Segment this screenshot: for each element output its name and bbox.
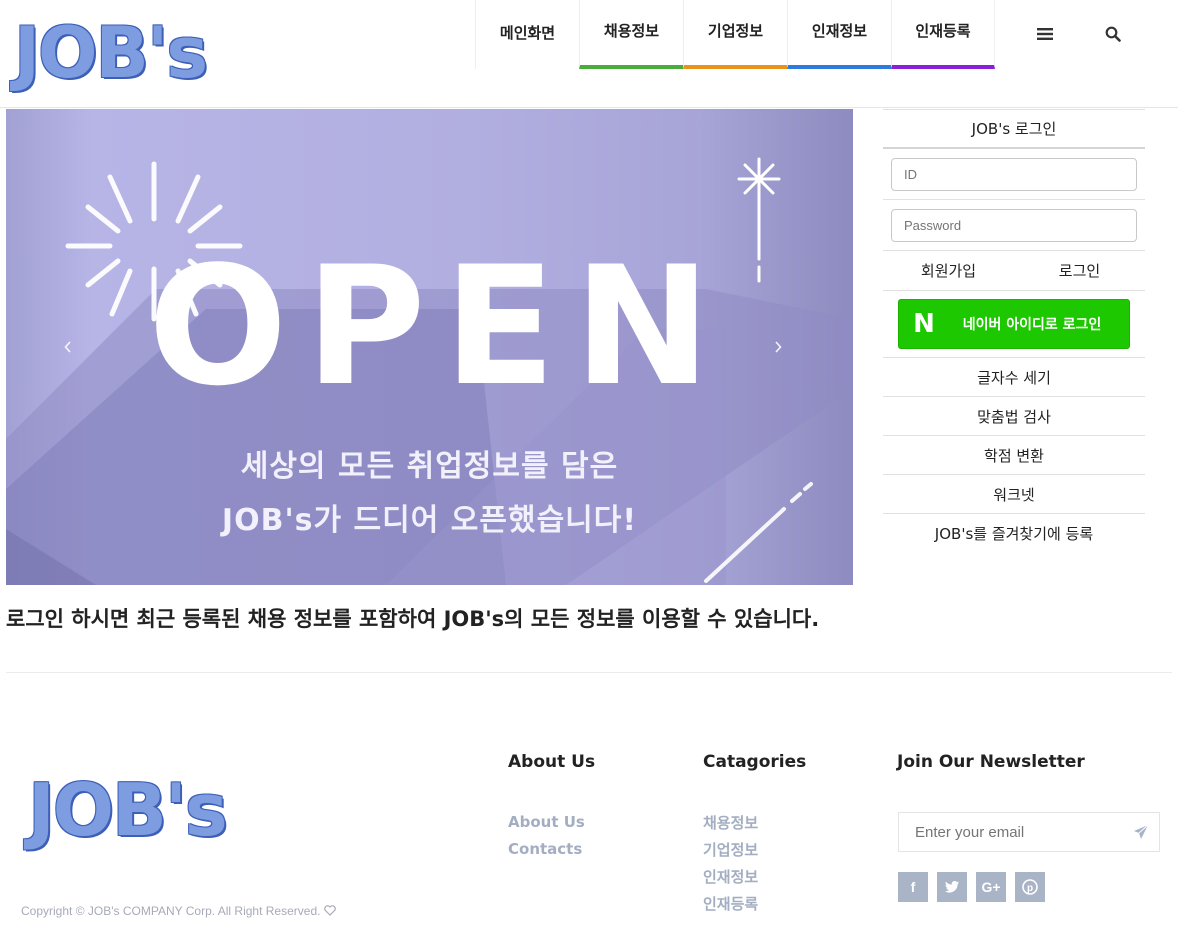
twitter-icon[interactable]: [937, 872, 967, 902]
side-link-char-count[interactable]: 글자수 세기: [883, 357, 1145, 396]
password-input[interactable]: [891, 208, 1137, 242]
footer-link-contacts[interactable]: Contacts: [508, 840, 582, 858]
google-plus-icon[interactable]: G+: [976, 872, 1006, 902]
login-notice: 로그인 하시면 최근 등록된 채용 정보를 포함하여 JOB's의 모든 정보를…: [6, 607, 820, 631]
hero-headline: OPEN: [148, 231, 729, 422]
auth-actions: 회원가입 로그인: [883, 251, 1145, 291]
copyright-text: Copyright © JOB's COMPANY Corp. All Righ…: [21, 904, 321, 918]
footer-categories-heading: Catagories: [703, 752, 807, 772]
naver-logo-icon: N: [913, 309, 935, 339]
nav-item-talent-register[interactable]: 인재등록: [891, 0, 995, 69]
copyright: Copyright © JOB's COMPANY Corp. All Righ…: [21, 904, 336, 918]
side-link-spell-check[interactable]: 맞춤법 검사: [883, 396, 1145, 435]
hero-subtitle-line1: 세상의 모든 취업정보를 담은: [240, 449, 619, 484]
naver-login-label: 네이버 아이디로 로그인: [962, 317, 1102, 333]
footer-divider: [6, 672, 1172, 673]
hero-subtitle-line2: JOB's가 드디어 오픈했습니다!: [221, 503, 638, 538]
footer-link-talent[interactable]: 인재정보: [703, 866, 758, 887]
footer-link-talent-register[interactable]: 인재등록: [703, 893, 758, 914]
footer-newsletter-heading: Join Our Newsletter: [897, 752, 1085, 772]
footer-link-jobs[interactable]: 채용정보: [703, 812, 758, 833]
chevron-left-icon[interactable]: [64, 341, 84, 361]
nav-item-home[interactable]: 메인화면: [475, 0, 579, 69]
footer-about-heading: About Us: [508, 752, 596, 772]
main-nav: 메인화면 채용정보 기업정보 인재정보 인재등록: [475, 0, 995, 69]
pinterest-icon[interactable]: p: [1015, 872, 1045, 902]
naver-login-wrap: N 네이버 아이디로 로그인: [883, 291, 1145, 357]
side-link-worknet[interactable]: 워크넷: [883, 474, 1145, 513]
facebook-icon[interactable]: f: [898, 872, 928, 902]
header-divider: [0, 107, 1178, 108]
chevron-right-icon[interactable]: [774, 341, 794, 361]
login-button[interactable]: 로그인: [1014, 251, 1145, 290]
side-link-bookmark[interactable]: JOB's를 즐겨찾기에 등록: [883, 513, 1145, 552]
login-panel: JOB's 로그인 회원가입 로그인 N 네이버 아이디로 로그인 글자수 세기…: [883, 109, 1145, 552]
signup-button[interactable]: 회원가입: [883, 251, 1014, 290]
paper-plane-icon[interactable]: [1123, 814, 1159, 850]
header-logo[interactable]: JOB's: [14, 8, 208, 98]
newsletter-form: [898, 812, 1160, 852]
side-link-grade-convert[interactable]: 학점 변환: [883, 435, 1145, 474]
nav-item-talent[interactable]: 인재정보: [787, 0, 891, 69]
footer-link-companies[interactable]: 기업정보: [703, 839, 758, 860]
nav-item-jobs[interactable]: 채용정보: [579, 0, 683, 69]
heart-icon: [324, 904, 336, 918]
login-title: JOB's 로그인: [883, 109, 1145, 149]
id-input[interactable]: [891, 157, 1137, 191]
nav-item-companies[interactable]: 기업정보: [683, 0, 787, 69]
svg-text:p: p: [1027, 883, 1033, 894]
newsletter-email-input[interactable]: [899, 814, 1123, 850]
hero-banner[interactable]: OPEN 세상의 모든 취업정보를 담은 JOB's가 드디어 오픈했습니다!: [6, 109, 853, 585]
hamburger-icon[interactable]: [1033, 22, 1057, 46]
naver-login-button[interactable]: N 네이버 아이디로 로그인: [898, 299, 1130, 349]
search-icon[interactable]: [1101, 22, 1125, 46]
footer-logo: JOB's: [28, 768, 228, 852]
footer-link-about[interactable]: About Us: [508, 813, 585, 831]
id-field-wrap: [883, 149, 1145, 200]
password-field-wrap: [883, 200, 1145, 251]
